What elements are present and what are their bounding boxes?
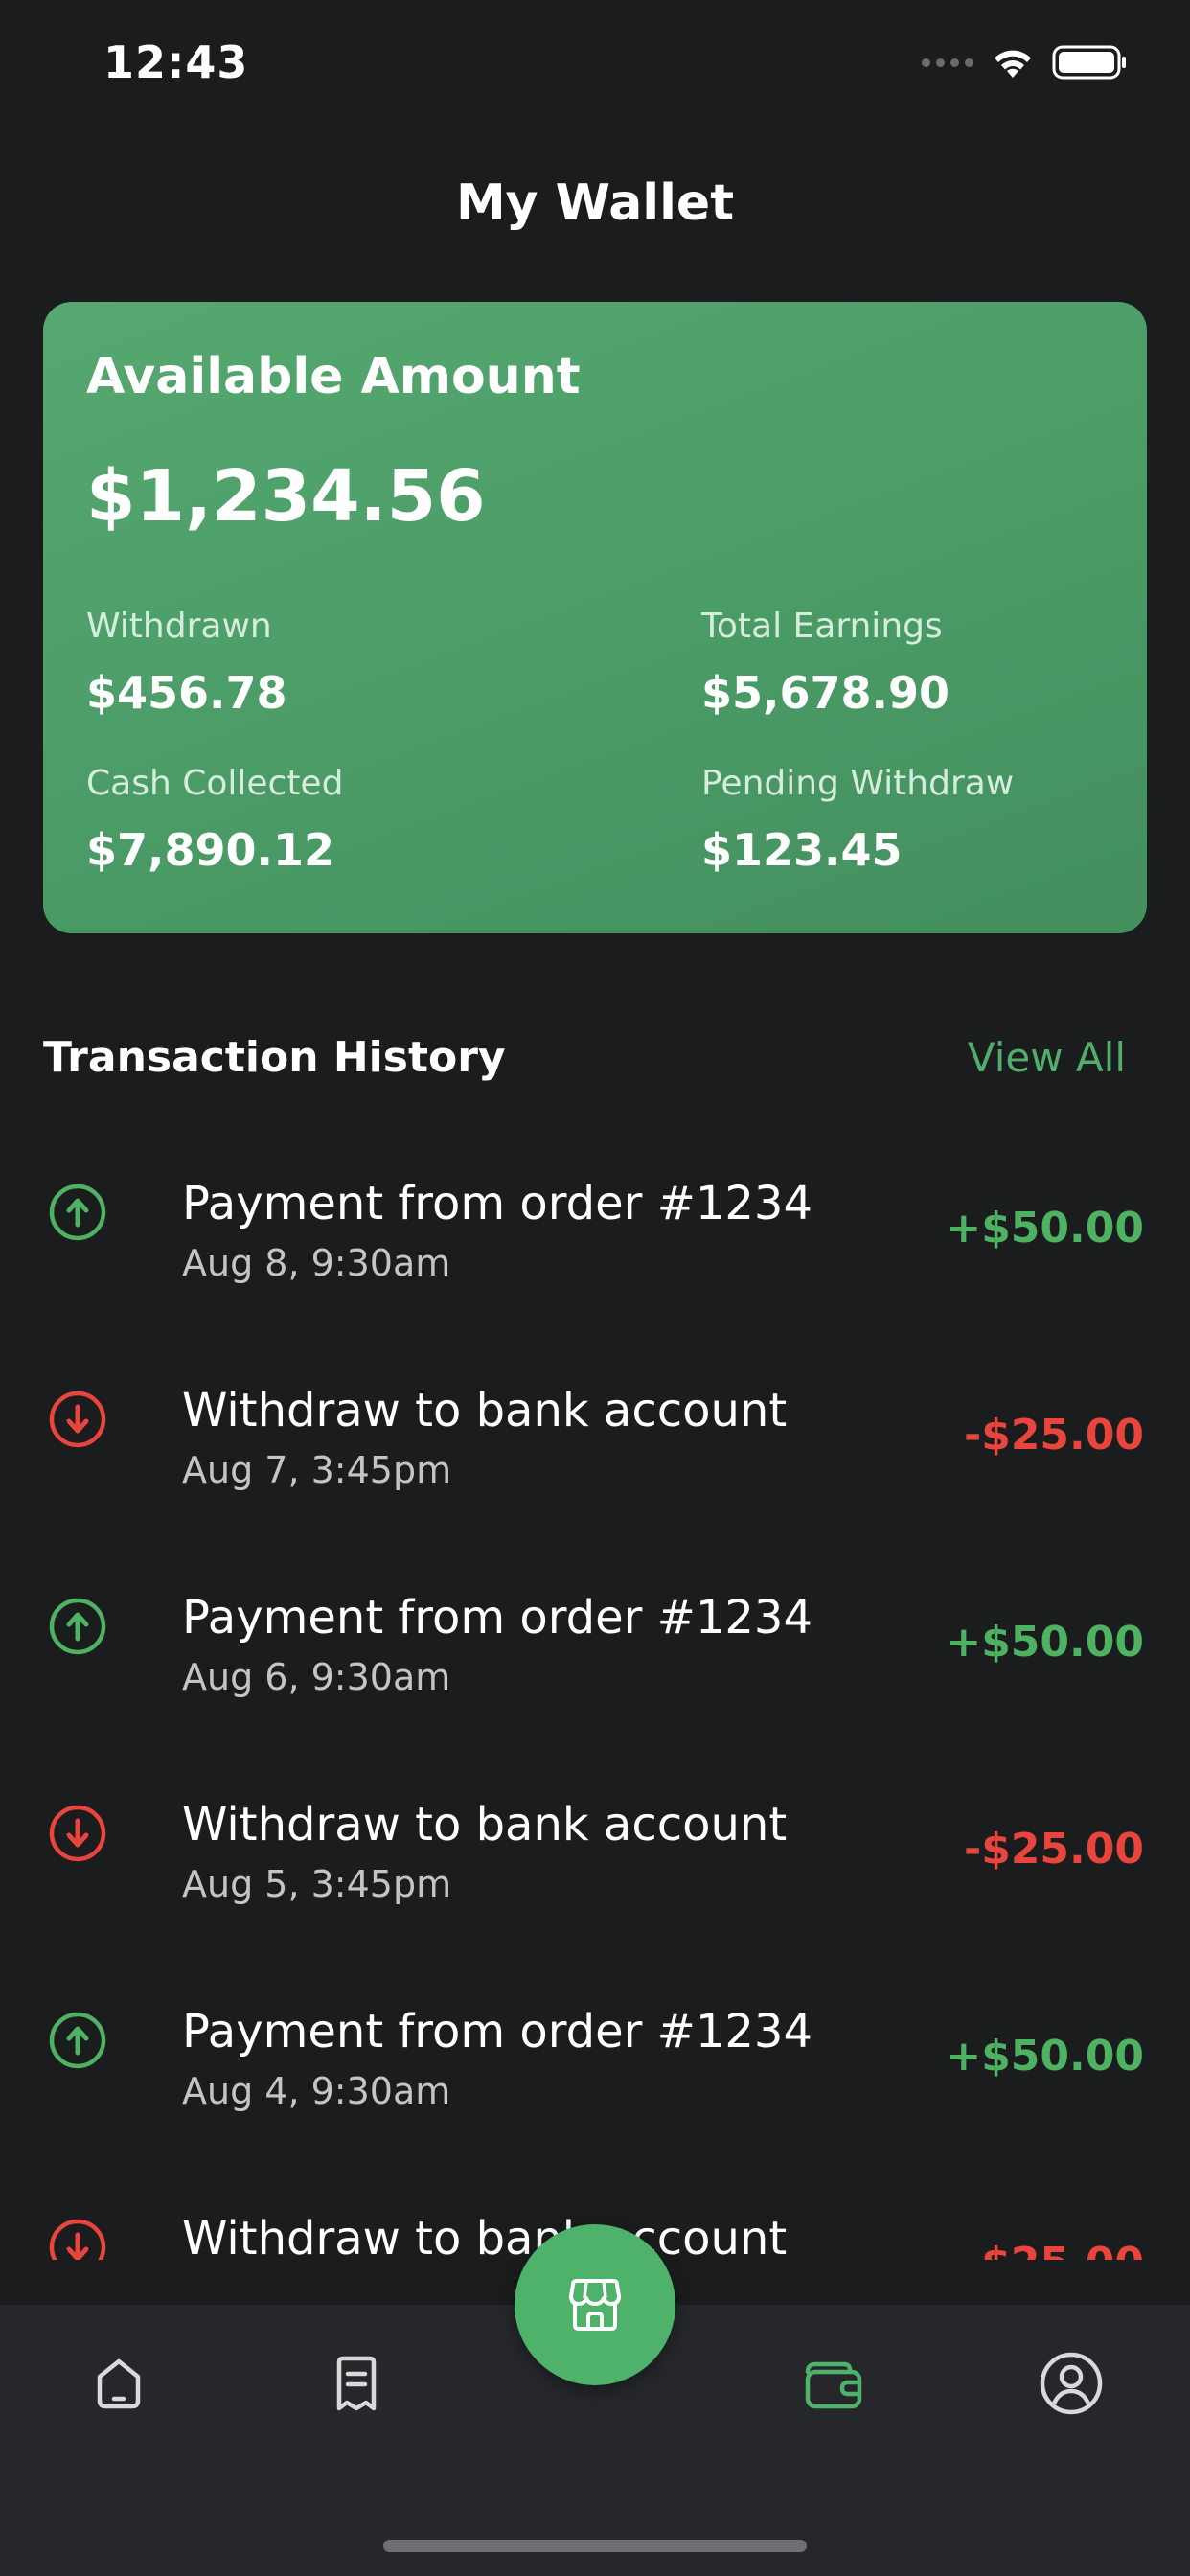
arrow-down-circle-icon [49, 2219, 106, 2260]
view-all-link[interactable]: View All [968, 1034, 1126, 1081]
transaction-row[interactable]: Payment from order #1234 Aug 4, 9:30am +… [0, 1968, 1190, 2175]
stat-value: $7,890.12 [86, 824, 334, 876]
transaction-amount: -$25.00 [963, 1825, 1144, 1874]
status-bar: 12:43 [0, 0, 1190, 134]
stat-value: $123.45 [701, 824, 903, 876]
transaction-description: Withdraw to bank account [182, 2212, 788, 2260]
nav-wallet-button[interactable] [794, 2345, 871, 2422]
stat-value: $5,678.90 [701, 667, 950, 719]
nav-home-button[interactable] [80, 2345, 157, 2422]
status-icons [922, 44, 1129, 80]
stat-value: $456.78 [86, 667, 287, 719]
battery-icon [1052, 45, 1126, 80]
transaction-date: Aug 8, 9:30am [182, 1242, 451, 1284]
transaction-list[interactable]: Payment from order #1234 Aug 8, 9:30am +… [0, 1140, 1190, 2260]
transaction-description: Payment from order #1234 [182, 1177, 812, 1230]
transaction-description: Payment from order #1234 [182, 2005, 812, 2058]
nav-orders-button[interactable] [318, 2345, 395, 2422]
user-circle-icon [1040, 2352, 1103, 2415]
transaction-history-header: Transaction History View All [43, 1033, 1126, 1082]
storefront-icon [569, 2279, 621, 2331]
home-indicator[interactable] [383, 2540, 807, 2552]
nav-profile-button[interactable] [1033, 2345, 1110, 2422]
wifi-icon [995, 50, 1031, 78]
transaction-row[interactable]: Withdraw to bank account Aug 5, 3:45pm -… [0, 1761, 1190, 1968]
arrow-up-circle-icon [49, 1184, 106, 1241]
transaction-amount: +$50.00 [946, 2032, 1144, 2081]
store-fab-button[interactable] [515, 2224, 675, 2385]
arrow-up-circle-icon [49, 2012, 106, 2069]
transaction-date: Aug 4, 9:30am [182, 2070, 451, 2112]
transaction-row[interactable]: Withdraw to bank account Aug 7, 3:45pm -… [0, 1347, 1190, 1554]
transaction-description: Withdraw to bank account [182, 1798, 788, 1852]
stat-withdrawn: Withdrawn $456.78 [86, 607, 287, 719]
transaction-amount: +$50.00 [946, 1618, 1144, 1667]
stat-pending-withdraw: Pending Withdraw $123.45 [701, 764, 1014, 876]
transaction-amount: -$25.00 [964, 2239, 1144, 2260]
arrow-down-circle-icon [49, 1805, 106, 1862]
transaction-date: Aug 7, 3:45pm [182, 1449, 452, 1491]
page-title: My Wallet [455, 174, 735, 232]
wallet-screen: 12:43 My Wallet Available Amount $1,234.… [0, 0, 1190, 2576]
stat-total-earnings: Total Earnings $5,678.90 [701, 607, 950, 719]
available-amount-label: Available Amount [86, 348, 581, 405]
transaction-amount: -$25.00 [963, 1411, 1144, 1460]
stat-label: Cash Collected [86, 764, 344, 803]
transaction-row[interactable]: Payment from order #1234 Aug 8, 9:30am +… [0, 1140, 1190, 1347]
arrow-up-circle-icon [49, 1598, 106, 1655]
home-icon [97, 2358, 141, 2409]
status-time: 12:43 [103, 36, 249, 88]
transaction-amount: +$50.00 [946, 1204, 1144, 1253]
transaction-description: Withdraw to bank account [182, 1384, 788, 1438]
wallet-icon [805, 2361, 862, 2409]
transaction-date: Aug 5, 3:45pm [182, 1863, 452, 1905]
arrow-down-circle-icon [49, 1391, 106, 1448]
stat-label: Total Earnings [701, 607, 943, 646]
stat-label: Withdrawn [86, 607, 272, 646]
wallet-balance-card: Available Amount $1,234.56 Withdrawn $45… [43, 302, 1147, 933]
receipt-icon [336, 2356, 377, 2411]
transaction-date: Aug 6, 9:30am [182, 1656, 451, 1698]
transaction-history-title: Transaction History [43, 1033, 506, 1082]
stat-cash-collected: Cash Collected $7,890.12 [86, 764, 343, 876]
transaction-row[interactable]: Payment from order #1234 Aug 6, 9:30am +… [0, 1554, 1190, 1761]
available-amount-value: $1,234.56 [86, 455, 486, 538]
stat-label: Pending Withdraw [701, 764, 1015, 803]
cellular-signal-icon [922, 58, 973, 67]
transaction-description: Payment from order #1234 [182, 1591, 812, 1644]
